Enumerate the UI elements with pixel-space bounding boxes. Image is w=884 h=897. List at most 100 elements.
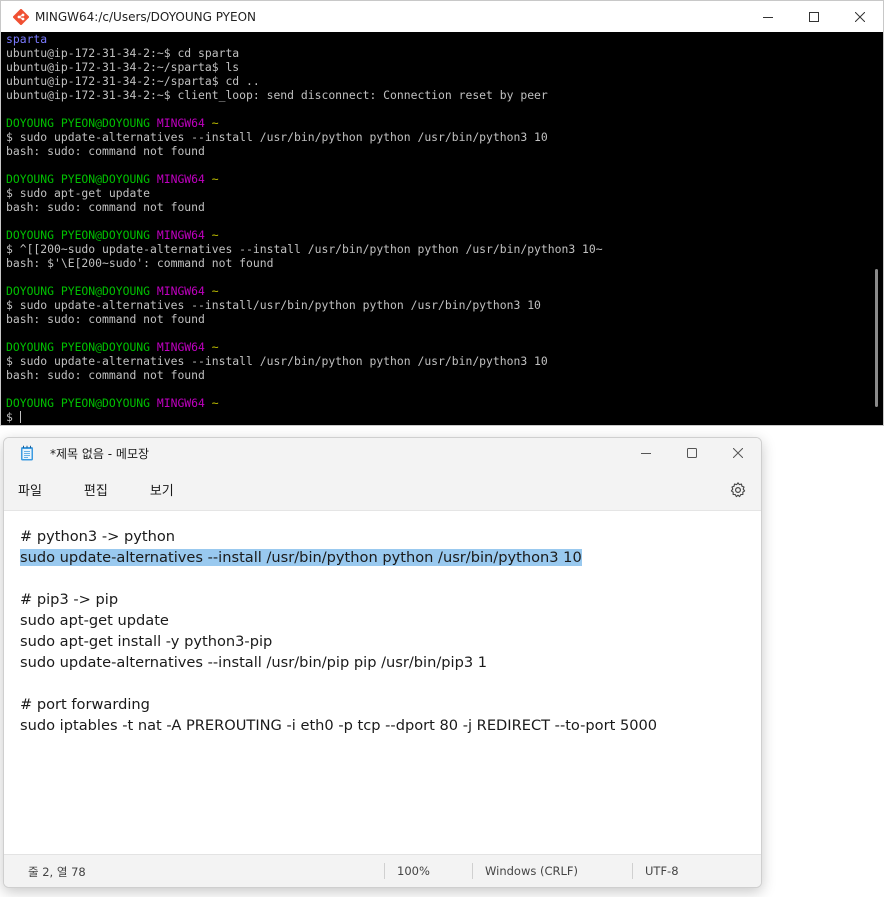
close-icon xyxy=(855,11,865,22)
maximize-icon xyxy=(687,448,697,458)
notepad-close-button[interactable] xyxy=(715,438,761,468)
minimize-icon xyxy=(763,16,773,18)
status-zoom[interactable]: 100% xyxy=(397,864,430,878)
editor-line: sudo iptables -t nat -A PREROUTING -i et… xyxy=(20,715,657,736)
terminal-line: DOYOUNG PYEON@DOYOUNG MINGW64 ~ xyxy=(6,396,603,410)
editor-line: # pip3 -> pip xyxy=(20,589,657,610)
editor-line-text: # port forwarding xyxy=(20,696,150,713)
terminal-line-text: bash: sudo: command not found xyxy=(6,312,205,326)
terminal-line-text: bash: sudo: command not found xyxy=(6,200,205,214)
editor-line-text: # python3 -> python xyxy=(20,528,176,545)
terminal-line: ubuntu@ip-172-31-34-2:~$ cd sparta xyxy=(6,46,603,60)
terminal-line-text: $ sudo apt-get update xyxy=(6,186,151,200)
terminal-line: ubuntu@ip-172-31-34-2:~$ client_loop: se… xyxy=(6,88,603,102)
notepad-menubar: 파일 편집 보기 xyxy=(4,468,761,511)
notepad-editor[interactable]: # python3 -> python sudo update-alternati… xyxy=(4,511,761,855)
prompt-path: ~ xyxy=(211,340,219,354)
terminal-line-text: bash: $'\E[200~sudo': command not found xyxy=(6,256,274,270)
terminal-line-text: bash: sudo: command not found xyxy=(6,368,205,382)
editor-line: sudo update-alternatives --install /usr/… xyxy=(20,652,657,673)
notepad-minimize-button[interactable] xyxy=(623,438,669,468)
menu-view[interactable]: 보기 xyxy=(136,480,188,499)
maximize-icon xyxy=(809,11,819,22)
editor-line: sudo update-alternatives --install /usr/… xyxy=(20,547,657,568)
terminal-scrollbar[interactable] xyxy=(875,269,878,407)
terminal-close-button[interactable] xyxy=(837,1,883,32)
notepad-window: *제목 없음 - 메모장 파일 편집 보기 # python3 -> pytho… xyxy=(3,437,762,888)
prompt-path: ~ xyxy=(211,116,219,130)
terminal-line: DOYOUNG PYEON@DOYOUNG MINGW64 ~ xyxy=(6,340,603,354)
prompt-host: MINGW64 xyxy=(156,284,205,298)
editor-line: # port forwarding xyxy=(20,694,657,715)
notepad-app-icon xyxy=(21,445,33,461)
prompt-path: ~ xyxy=(211,172,219,186)
notepad-text: # python3 -> python sudo update-alternati… xyxy=(20,526,657,736)
terminal-line: $ sudo update-alternatives --install /us… xyxy=(6,130,603,144)
terminal-line-text: sparta xyxy=(6,32,48,46)
terminal-window: MINGW64:/c/Users/DOYOUNG PYEON sparta ubu… xyxy=(0,0,884,426)
terminal-maximize-button[interactable] xyxy=(791,1,837,32)
terminal-cursor xyxy=(19,411,21,423)
terminal-output[interactable]: sparta ubuntu@ip-172-31-34-2:~$ cd sparta… xyxy=(1,32,883,425)
editor-line-text: # pip3 -> pip xyxy=(20,591,119,608)
close-icon xyxy=(733,448,743,458)
terminal-title: MINGW64:/c/Users/DOYOUNG PYEON xyxy=(35,9,257,24)
notepad-titlebar[interactable]: *제목 없음 - 메모장 xyxy=(4,438,761,468)
status-line-ending[interactable]: Windows (CRLF) xyxy=(485,864,578,878)
prompt-host: MINGW64 xyxy=(156,228,205,242)
prompt-path: ~ xyxy=(211,228,219,242)
terminal-line-text: bash: sudo: command not found xyxy=(6,144,205,158)
prompt-host: MINGW64 xyxy=(156,116,205,130)
terminal-line-text: $ sudo update-alternatives --install /us… xyxy=(6,354,548,368)
terminal-titlebar[interactable]: MINGW64:/c/Users/DOYOUNG PYEON xyxy=(1,1,883,32)
minimize-icon xyxy=(641,453,651,454)
menu-edit[interactable]: 편집 xyxy=(70,480,122,499)
prompt-user: DOYOUNG PYEON@DOYOUNG xyxy=(6,172,151,186)
terminal-line: ubuntu@ip-172-31-34-2:~/sparta$ ls xyxy=(6,60,603,74)
prompt-path: ~ xyxy=(211,396,219,410)
editor-line: sudo apt-get install -y python3-pip xyxy=(20,631,657,652)
terminal-line: $ ^[[200~sudo update-alternatives --inst… xyxy=(6,242,603,256)
terminal-line-text: $ ^[[200~sudo update-alternatives --inst… xyxy=(6,242,603,256)
terminal-line: DOYOUNG PYEON@DOYOUNG MINGW64 ~ xyxy=(6,284,603,298)
status-cursor-position: 줄 2, 열 78 xyxy=(28,865,86,879)
prompt-user: DOYOUNG PYEON@DOYOUNG xyxy=(6,396,151,410)
terminal-lines: sparta ubuntu@ip-172-31-34-2:~$ cd sparta… xyxy=(6,32,603,424)
terminal-line: $ sudo update-alternatives --install/usr… xyxy=(6,298,603,312)
editor-line-text: sudo apt-get update xyxy=(20,612,169,629)
terminal-line: ubuntu@ip-172-31-34-2:~/sparta$ cd .. xyxy=(6,74,603,88)
prompt-host: MINGW64 xyxy=(156,340,205,354)
prompt-host: MINGW64 xyxy=(156,172,205,186)
status-divider xyxy=(472,863,473,879)
menu-file[interactable]: 파일 xyxy=(4,480,56,499)
terminal-line-text: ubuntu@ip-172-31-34-2:~/sparta$ cd .. xyxy=(6,74,260,88)
terminal-line: $ xyxy=(6,410,603,424)
terminal-line-text: ubuntu@ip-172-31-34-2:~/sparta$ ls xyxy=(6,60,240,74)
gear-icon[interactable] xyxy=(729,481,747,499)
prompt-user: DOYOUNG PYEON@DOYOUNG xyxy=(6,228,151,242)
terminal-line: DOYOUNG PYEON@DOYOUNG MINGW64 ~ xyxy=(6,116,603,130)
terminal-line-text: $ sudo update-alternatives --install/usr… xyxy=(6,298,541,312)
terminal-line: bash: sudo: command not found xyxy=(6,368,603,382)
notepad-title: *제목 없음 - 메모장 xyxy=(50,446,150,461)
terminal-line-text: $ sudo update-alternatives --install /us… xyxy=(6,130,548,144)
prompt-user: DOYOUNG PYEON@DOYOUNG xyxy=(6,340,151,354)
terminal-line: $ sudo apt-get update xyxy=(6,186,603,200)
selected-text: sudo update-alternatives --install /usr/… xyxy=(20,549,582,566)
terminal-line: bash: sudo: command not found xyxy=(6,312,603,326)
editor-line-text: sudo iptables -t nat -A PREROUTING -i et… xyxy=(20,717,658,734)
terminal-line-text: ubuntu@ip-172-31-34-2:~$ client_loop: se… xyxy=(6,88,548,102)
prompt-user: DOYOUNG PYEON@DOYOUNG xyxy=(6,116,151,130)
notepad-maximize-button[interactable] xyxy=(669,438,715,468)
terminal-minimize-button[interactable] xyxy=(745,1,791,32)
prompt-path: ~ xyxy=(211,284,219,298)
editor-line-text: sudo apt-get install -y python3-pip xyxy=(20,633,273,650)
editor-line-text: sudo update-alternatives --install /usr/… xyxy=(20,654,488,671)
prompt-user: DOYOUNG PYEON@DOYOUNG xyxy=(6,284,151,298)
terminal-line: DOYOUNG PYEON@DOYOUNG MINGW64 ~ xyxy=(6,172,603,186)
status-encoding[interactable]: UTF-8 xyxy=(645,864,679,878)
